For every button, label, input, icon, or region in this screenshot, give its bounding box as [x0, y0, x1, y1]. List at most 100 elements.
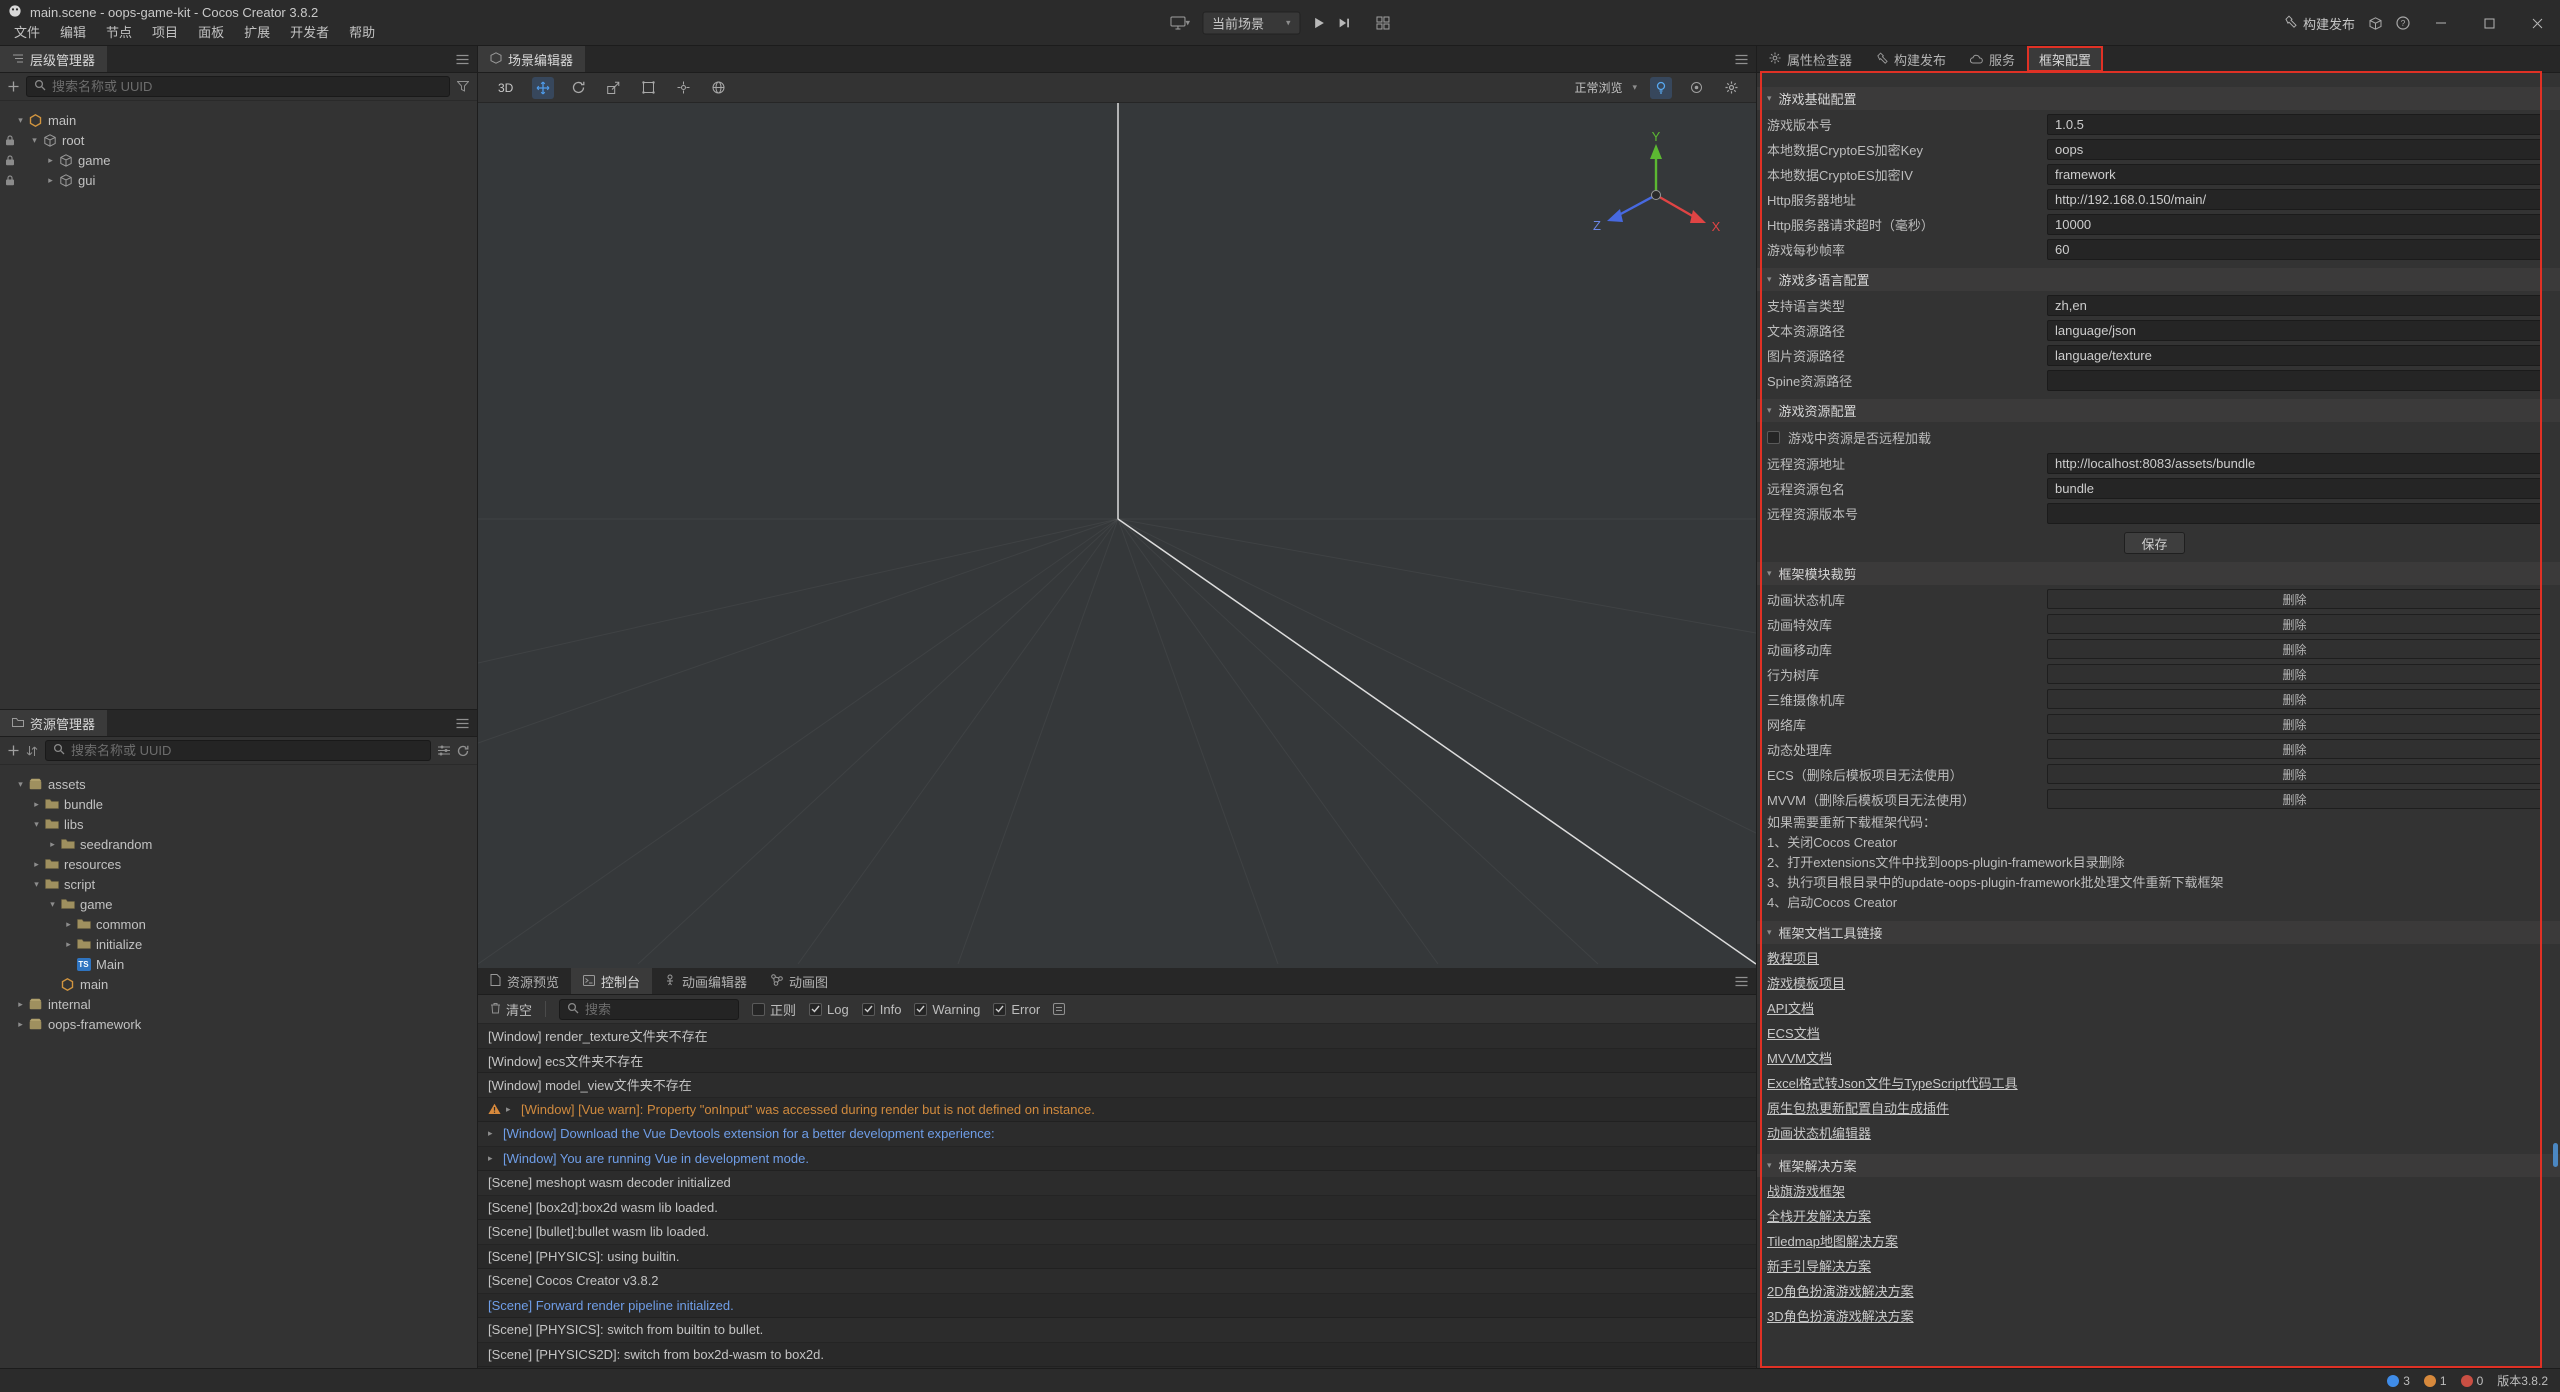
rect-tool-icon[interactable] — [637, 77, 659, 99]
filter-error-checkbox[interactable]: Error — [993, 1002, 1040, 1017]
asset-node-libs[interactable]: ▾ libs — [0, 814, 477, 834]
light-bulb-icon[interactable] — [1650, 77, 1672, 99]
doc-link[interactable]: 原生包热更新配置自动生成插件 — [1767, 1096, 1949, 1121]
log-row[interactable]: [Scene] meshopt wasm decoder initialized — [478, 1171, 1756, 1196]
log-row-info[interactable]: ▸[Window] Download the Vue Devtools exte… — [478, 1122, 1756, 1147]
chevron-right-icon[interactable]: ▸ — [30, 859, 43, 870]
section-i18n-config[interactable]: ▾游戏多语言配置 — [1757, 268, 2560, 291]
build-publish-button[interactable]: 构建发布 — [2284, 14, 2355, 33]
http-timeout-input[interactable] — [2047, 214, 2542, 235]
log-row[interactable]: [Scene] Cocos Creator v3.8.2 — [478, 1269, 1756, 1294]
menu-project[interactable]: 项目 — [142, 19, 188, 44]
doc-link[interactable]: API文档 — [1767, 996, 1814, 1021]
filter-info-checkbox[interactable]: Info — [862, 1002, 902, 1017]
minimize-button[interactable] — [2424, 0, 2458, 46]
remote-bundle-input[interactable] — [2047, 478, 2542, 499]
asset-node-main[interactable]: main — [0, 974, 477, 994]
lock-icon[interactable] — [5, 134, 15, 149]
tab-asset-preview[interactable]: 资源预览 — [478, 968, 571, 994]
error-count-badge[interactable]: 0 — [2461, 1374, 2484, 1388]
delete-module-button[interactable]: 删除 — [2047, 614, 2542, 634]
chevron-down-icon[interactable]: ▾ — [30, 819, 43, 830]
section-resource-config[interactable]: ▾游戏资源配置 — [1757, 399, 2560, 422]
crypto-iv-input[interactable] — [2047, 164, 2542, 185]
solution-link[interactable]: 战旗游戏框架 — [1767, 1179, 1845, 1204]
expand-arrow-icon[interactable]: ▸ — [488, 1153, 503, 1164]
chevron-right-icon[interactable]: ▸ — [44, 155, 57, 166]
chevron-right-icon[interactable]: ▸ — [62, 939, 75, 950]
section-solutions[interactable]: ▾框架解决方案 — [1757, 1154, 2560, 1177]
log-row[interactable]: [Scene] [PHYSICS]: switch from builtin t… — [478, 1318, 1756, 1343]
mode-3d-button[interactable]: 3D — [492, 79, 519, 97]
clear-console-button[interactable]: 清空 — [490, 1000, 532, 1019]
languages-input[interactable] — [2047, 295, 2542, 316]
chevron-right-icon[interactable]: ▸ — [44, 175, 57, 186]
asset-node-oops-framework[interactable]: ▸ oops-framework — [0, 1014, 477, 1034]
chevron-right-icon[interactable]: ▸ — [14, 999, 27, 1010]
hierarchy-tab[interactable]: 层级管理器 — [0, 46, 107, 72]
view-mode-select[interactable]: 正常浏览 ▾ — [1574, 79, 1637, 96]
expand-arrow-icon[interactable]: ▸ — [506, 1104, 521, 1115]
panel-menu-icon[interactable] — [447, 46, 477, 72]
solution-link[interactable]: 2D角色扮演游戏解决方案 — [1767, 1279, 1914, 1304]
panel-menu-icon[interactable] — [1726, 968, 1756, 994]
filter-warning-checkbox[interactable]: Warning — [914, 1002, 980, 1017]
save-button[interactable]: 保存 — [2124, 532, 2184, 554]
doc-link[interactable]: 动画状态机编辑器 — [1767, 1121, 1871, 1146]
close-button[interactable] — [2520, 0, 2554, 46]
panel-menu-icon[interactable] — [447, 710, 477, 736]
delete-module-button[interactable]: 删除 — [2047, 764, 2542, 784]
chevron-down-icon[interactable]: ▾ — [30, 879, 43, 890]
layout-grid-icon[interactable] — [1377, 16, 1390, 29]
tab-animation-graph[interactable]: 动画图 — [759, 968, 840, 994]
section-module-trim[interactable]: ▾框架模块裁剪 — [1757, 562, 2560, 585]
preview-target-icon[interactable]: ▾ — [1170, 16, 1190, 29]
tab-build[interactable]: 构建发布 — [1864, 46, 1958, 72]
log-row-info[interactable]: [Scene] Forward render pipeline initiali… — [478, 1294, 1756, 1319]
regex-checkbox[interactable]: 正则 — [752, 1000, 796, 1019]
menu-extension[interactable]: 扩展 — [234, 19, 280, 44]
hierarchy-node-game[interactable]: ▸ game — [0, 150, 477, 170]
chevron-right-icon[interactable]: ▸ — [46, 839, 59, 850]
chevron-right-icon[interactable]: ▸ — [14, 1019, 27, 1030]
menu-edit[interactable]: 编辑 — [50, 19, 96, 44]
delete-module-button[interactable]: 删除 — [2047, 739, 2542, 759]
section-basic-config[interactable]: ▾游戏基础配置 — [1757, 87, 2560, 110]
chevron-right-icon[interactable]: ▸ — [62, 919, 75, 930]
doc-link[interactable]: 教程项目 — [1767, 946, 1819, 971]
asset-node-game[interactable]: ▾ game — [0, 894, 477, 914]
lock-icon[interactable] — [5, 174, 15, 189]
asset-node-initialize[interactable]: ▸ initialize — [0, 934, 477, 954]
asset-node-common[interactable]: ▸ common — [0, 914, 477, 934]
collapse-logs-icon[interactable] — [1053, 1003, 1065, 1015]
remote-load-checkbox[interactable] — [1767, 431, 1780, 444]
filter-sliders-icon[interactable] — [438, 745, 450, 756]
step-button[interactable] — [1338, 16, 1351, 29]
asset-node-internal[interactable]: ▸ internal — [0, 994, 477, 1014]
text-path-input[interactable] — [2047, 320, 2542, 341]
axis-gizmo[interactable]: Y X Z — [1586, 131, 1726, 251]
panel-menu-icon[interactable] — [1726, 46, 1756, 72]
delete-module-button[interactable]: 删除 — [2047, 664, 2542, 684]
tab-framework-config[interactable]: 框架配置 — [2027, 46, 2103, 72]
log-row[interactable]: [Window] ecs文件夹不存在 — [478, 1049, 1756, 1074]
doc-link[interactable]: Excel格式转Json文件与TypeScript代码工具 — [1767, 1071, 2018, 1096]
asset-node-assets[interactable]: ▾ assets — [0, 774, 477, 794]
menu-panel[interactable]: 面板 — [188, 19, 234, 44]
menu-file[interactable]: 文件 — [4, 19, 50, 44]
log-row[interactable]: [Scene] [PHYSICS2D]: switch from box2d-w… — [478, 1343, 1756, 1368]
log-row[interactable]: [Window] render_texture文件夹不存在 — [478, 1024, 1756, 1049]
log-row[interactable]: [Scene] [bullet]:bullet wasm lib loaded. — [478, 1220, 1756, 1245]
sort-icon[interactable] — [26, 745, 38, 757]
log-row[interactable]: [Window] model_view文件夹不存在 — [478, 1073, 1756, 1098]
chevron-down-icon[interactable]: ▾ — [46, 899, 59, 910]
tab-animation-editor[interactable]: 动画编辑器 — [652, 968, 759, 994]
refresh-icon[interactable] — [457, 745, 469, 757]
delete-module-button[interactable]: 删除 — [2047, 789, 2542, 809]
world-space-tool-icon[interactable] — [707, 77, 729, 99]
log-row[interactable]: [Scene] [PHYSICS]: using builtin. — [478, 1245, 1756, 1270]
game-version-input[interactable] — [2047, 114, 2542, 135]
scene-select[interactable]: 当前场景 ▾ — [1202, 11, 1301, 34]
console-search-input[interactable] — [585, 1002, 731, 1017]
menu-help[interactable]: 帮助 — [339, 19, 385, 44]
